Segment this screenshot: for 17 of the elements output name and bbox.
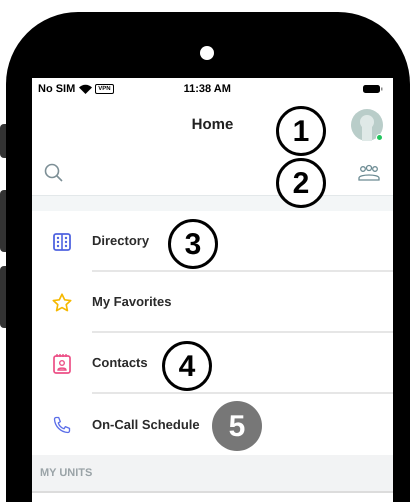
wifi-icon (79, 84, 92, 94)
star-icon (51, 292, 73, 314)
search-icon[interactable] (44, 162, 64, 182)
status-time: 11:38 AM (184, 82, 231, 97)
menu-item[interactable]: On-Call Schedule (92, 414, 200, 434)
carrier-label: No SIM (38, 82, 76, 97)
menu-item[interactable]: Contacts (92, 352, 148, 372)
page-title: Home (192, 114, 234, 135)
grid-icon (52, 232, 72, 252)
section-header: MY UNITS (32, 455, 393, 493)
camera-lens (200, 46, 214, 60)
group-icon[interactable] (357, 164, 381, 182)
menu-item[interactable]: Directory (92, 230, 150, 250)
phone-icon (52, 414, 72, 434)
contact-card-icon (52, 352, 72, 374)
menu-item[interactable]: My Favorites (92, 292, 172, 312)
battery-icon (363, 84, 383, 94)
